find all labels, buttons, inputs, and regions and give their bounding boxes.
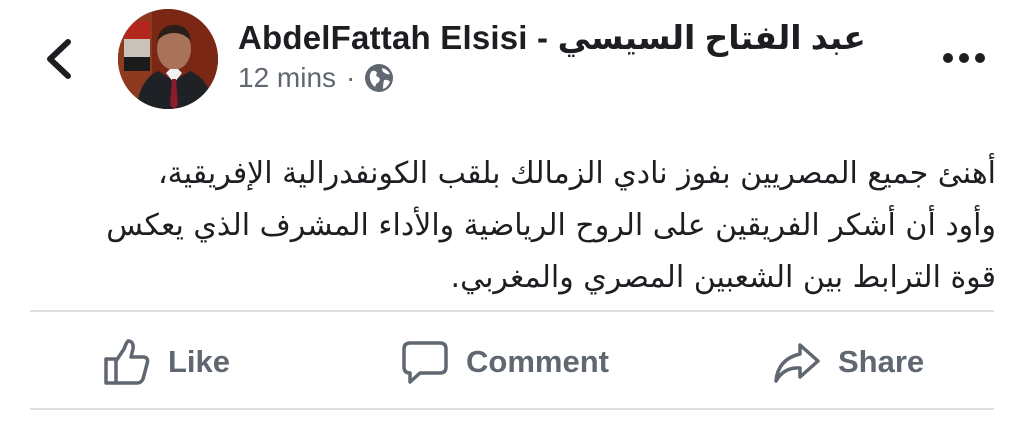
author-name[interactable]: AbdelFattah Elsisi - عبد الفتاح السيسي	[238, 18, 866, 57]
share-arrow-icon	[774, 343, 820, 383]
share-button[interactable]: Share	[772, 334, 924, 390]
more-options-icon[interactable]	[938, 46, 990, 70]
post-header: AbdelFattah Elsisi - عبد الفتاح السيسي 1…	[0, 0, 1024, 118]
back-chevron-icon[interactable]	[38, 36, 78, 82]
post-meta: 12 mins ·	[238, 62, 395, 94]
divider-top	[30, 310, 994, 312]
meta-separator: ·	[346, 62, 356, 93]
thumbs-up-icon	[104, 339, 150, 385]
globe-icon	[365, 64, 394, 92]
author-avatar[interactable]	[118, 9, 218, 109]
portrait-image	[118, 9, 218, 109]
comment-label: Comment	[466, 344, 609, 379]
share-label: Share	[838, 344, 925, 379]
like-button[interactable]: Like	[102, 334, 230, 390]
like-label: Like	[168, 344, 231, 379]
post-body-text: أهنئ جميع المصريين بفوز نادي الزمالك بلق…	[106, 156, 996, 295]
comment-bubble-icon	[402, 341, 448, 384]
post-timestamp[interactable]: 12 mins	[238, 62, 336, 94]
comment-button[interactable]: Comment	[400, 334, 609, 390]
divider-bottom	[30, 408, 994, 410]
